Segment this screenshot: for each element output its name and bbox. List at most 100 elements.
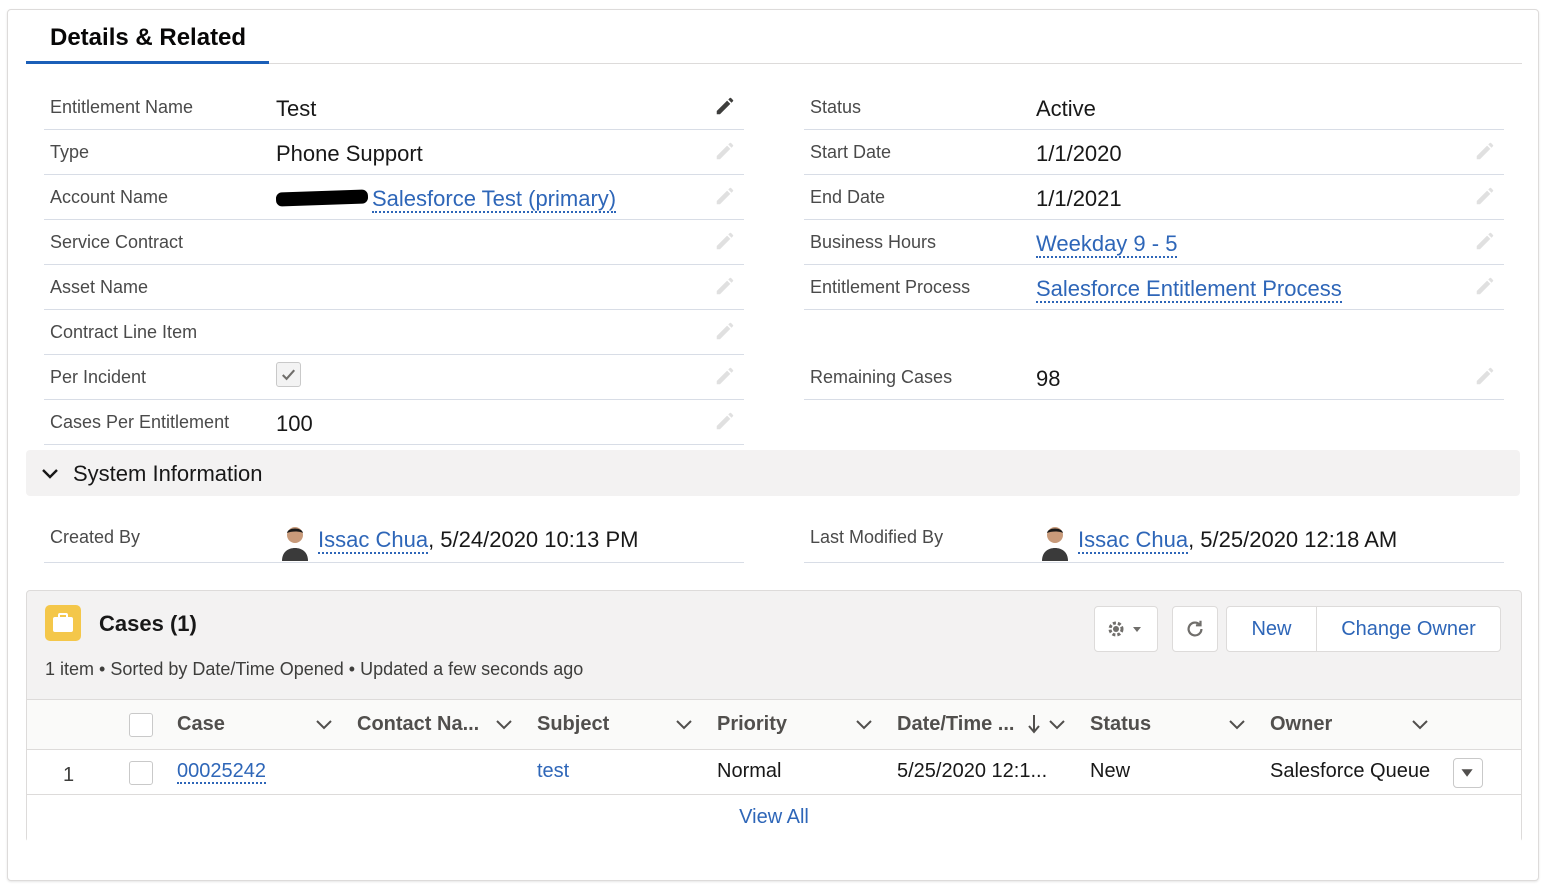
chevron-down-icon[interactable] <box>1411 718 1429 732</box>
case-briefcase-icon <box>45 605 81 641</box>
row-number: 1 <box>63 764 75 786</box>
row-actions-button[interactable] <box>1453 758 1483 788</box>
created-by-value: Issac Chua, 5/24/2020 10:13 PM <box>318 527 639 554</box>
subject-link[interactable]: test <box>537 760 569 783</box>
edit-pencil-icon[interactable] <box>1474 140 1496 162</box>
select-all-checkbox[interactable] <box>129 713 153 737</box>
column-header-datetime[interactable]: Date/Time ... <box>897 713 1014 736</box>
field-start-date: Start Date 1/1/2020 <box>804 130 1504 175</box>
field-label: Start Date <box>810 142 892 162</box>
chevron-down-icon[interactable] <box>855 718 873 732</box>
caret-down-icon <box>1461 769 1473 777</box>
column-header-priority[interactable]: Priority <box>717 713 787 736</box>
redaction-mark <box>275 189 369 207</box>
field-label: Service Contract <box>50 232 184 252</box>
chevron-down-icon[interactable] <box>675 718 693 732</box>
column-header-owner[interactable]: Owner <box>1270 713 1332 736</box>
last-modified-by-value: Issac Chua, 5/25/2020 12:18 AM <box>1078 527 1398 554</box>
field-label: Status <box>810 97 862 117</box>
gear-icon <box>1108 621 1141 637</box>
field-service-contract: Service Contract <box>44 220 744 265</box>
field-label: Per Incident <box>50 367 147 387</box>
field-label: Contract Line Item <box>50 322 198 342</box>
column-header-status[interactable]: Status <box>1090 713 1151 736</box>
priority-cell: Normal <box>717 760 782 782</box>
last-modified-user-link[interactable]: Issac Chua <box>1078 527 1189 554</box>
edit-pencil-icon[interactable] <box>714 140 736 162</box>
column-header-contact[interactable]: Contact Na... <box>357 713 479 736</box>
case-number-link[interactable]: 00025242 <box>177 760 266 784</box>
column-header-subject[interactable]: Subject <box>537 713 609 736</box>
field-account-name: Account Name Salesforce Test (primary) <box>44 175 744 220</box>
tab-bar: Details & Related <box>26 24 1522 64</box>
field-asset-name: Asset Name <box>44 265 744 310</box>
field-value: 1/1/2021 <box>1036 186 1122 211</box>
cases-subtitle: 1 item • Sorted by Date/Time Opened • Up… <box>45 659 584 679</box>
last-modified-by-field: Last Modified By Issac Chua, 5/25/2020 1… <box>804 515 1504 563</box>
field-per-incident: Per Incident <box>44 355 744 400</box>
details-right-column: Status Active Start Date 1/1/2020 End Da… <box>804 85 1504 400</box>
field-last-modified-by: Last Modified By Issac Chua, 5/25/2020 1… <box>804 515 1504 563</box>
section-title: System Information <box>73 461 263 486</box>
list-settings-button[interactable] <box>1094 606 1158 652</box>
refresh-icon <box>1187 620 1203 637</box>
field-value: 1/1/2020 <box>1036 141 1122 166</box>
per-incident-checkbox <box>276 362 301 387</box>
business-hours-link[interactable]: Weekday 9 - 5 <box>1036 231 1178 258</box>
field-label: Remaining Cases <box>810 367 953 387</box>
field-type: Type Phone Support <box>44 130 744 175</box>
edit-pencil-icon[interactable] <box>714 230 736 252</box>
datetime-cell: 5/25/2020 12:1... <box>897 760 1048 782</box>
field-value: Phone Support <box>276 141 423 166</box>
table-header: Case Contact Na... Subject Priority Date… <box>27 700 1521 750</box>
field-status: Status Active <box>804 85 1504 130</box>
cases-table: Case Contact Na... Subject Priority Date… <box>27 699 1521 842</box>
entitlement-process-link[interactable]: Salesforce Entitlement Process <box>1036 276 1342 303</box>
field-value: 98 <box>1036 366 1061 391</box>
edit-pencil-icon[interactable] <box>714 185 736 207</box>
field-created-by: Created By Issac Chua, 5/24/2020 10:13 P… <box>44 515 744 563</box>
edit-pencil-icon[interactable] <box>1474 275 1496 297</box>
record-detail-card: Details & Related Entitlement Name Test … <box>7 9 1539 881</box>
created-by-user-link[interactable]: Issac Chua <box>318 527 429 554</box>
edit-pencil-icon[interactable] <box>1474 185 1496 207</box>
table-row: 1 00025242 test Normal 5/25/2020 12:1...… <box>27 750 1521 795</box>
edit-pencil-icon[interactable] <box>714 275 736 297</box>
user-avatar-icon <box>1042 527 1068 561</box>
row-checkbox[interactable] <box>129 761 153 785</box>
field-business-hours: Business Hours Weekday 9 - 5 <box>804 220 1504 265</box>
chevron-down-icon[interactable] <box>1228 718 1246 732</box>
edit-pencil-icon[interactable] <box>1474 365 1496 387</box>
field-empty <box>804 310 1504 355</box>
field-contract-line-item: Contract Line Item <box>44 310 744 355</box>
chevron-down-icon[interactable] <box>315 718 333 732</box>
created-by-field: Created By Issac Chua, 5/24/2020 10:13 P… <box>44 515 744 563</box>
edit-pencil-icon[interactable] <box>714 410 736 432</box>
view-all-link[interactable]: View All <box>27 806 1521 829</box>
chevron-down-icon[interactable] <box>1048 718 1066 732</box>
edit-pencil-icon[interactable] <box>714 320 736 342</box>
field-value: Active <box>1036 96 1096 121</box>
new-case-button[interactable]: New <box>1226 606 1317 652</box>
user-avatar-icon <box>282 527 308 561</box>
edit-pencil-icon[interactable] <box>1474 230 1496 252</box>
field-label: Entitlement Name <box>50 97 194 117</box>
change-owner-button[interactable]: Change Owner <box>1316 606 1501 652</box>
field-label: Business Hours <box>810 232 937 252</box>
system-information-header[interactable]: System Information <box>26 450 1520 496</box>
cases-title[interactable]: Cases (1) <box>99 611 197 637</box>
edit-pencil-icon[interactable] <box>714 365 736 387</box>
cases-related-list: Cases (1) 1 item • Sorted by Date/Time O… <box>26 590 1522 842</box>
refresh-button[interactable] <box>1172 606 1218 652</box>
edit-pencil-icon[interactable] <box>714 95 736 117</box>
details-left-column: Entitlement Name Test Type Phone Support… <box>44 85 744 445</box>
column-header-case[interactable]: Case <box>177 713 225 736</box>
field-entitlement-name: Entitlement Name Test <box>44 85 744 130</box>
status-cell: New <box>1090 760 1131 782</box>
chevron-down-icon[interactable] <box>495 718 513 732</box>
field-value: Test <box>276 96 317 121</box>
tab-details-related[interactable]: Details & Related <box>26 24 269 64</box>
account-link[interactable]: Salesforce Test (primary) <box>372 186 617 213</box>
field-label: Created By <box>50 527 141 547</box>
field-label: Entitlement Process <box>810 277 971 297</box>
